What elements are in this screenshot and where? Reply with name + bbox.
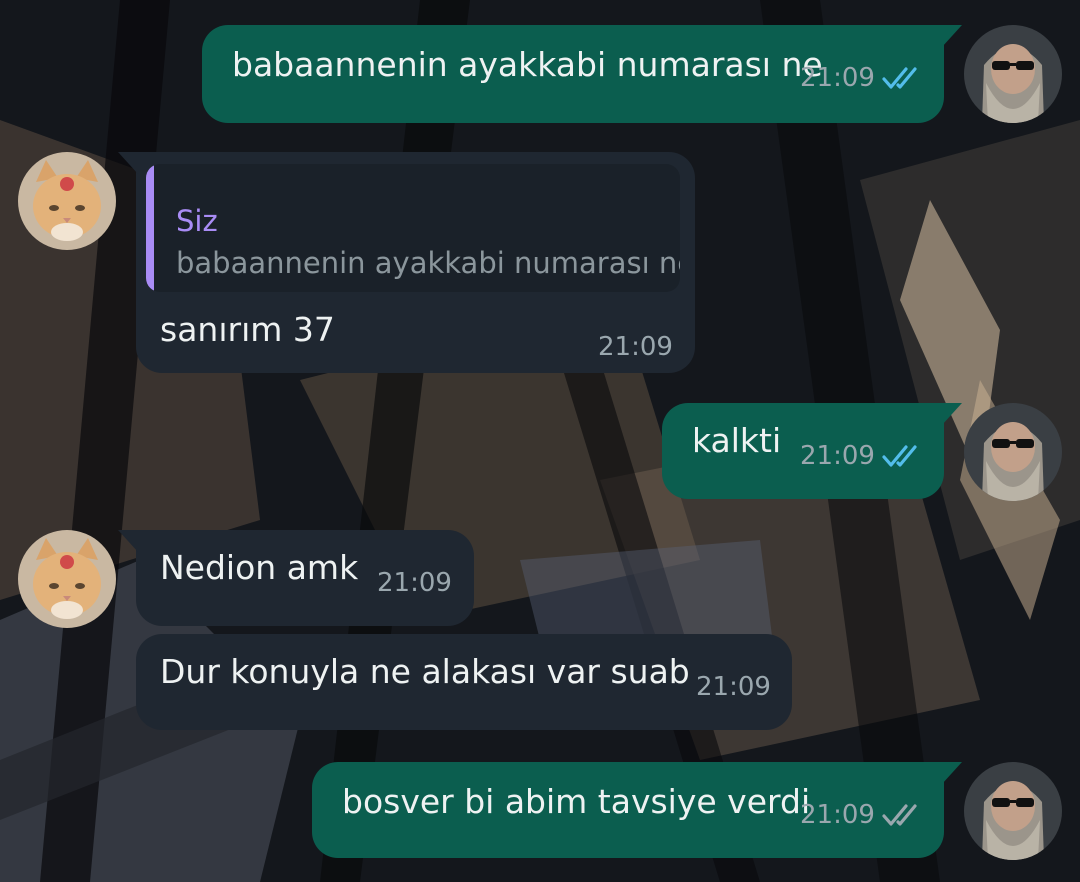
orange-cat-avatar[interactable] bbox=[18, 152, 116, 250]
incoming-message-bubble[interactable]: Siz babaannenin ayakkabi numarası ne san… bbox=[118, 152, 695, 373]
bubble-tail bbox=[118, 530, 138, 552]
bubble-tail bbox=[942, 762, 962, 784]
incoming-message-bubble[interactable]: Dur konuyla ne alakası var suab 21:09 bbox=[136, 634, 792, 730]
bubble-tail bbox=[942, 25, 962, 47]
read-double-check-icon bbox=[882, 67, 917, 89]
outgoing-message-bubble[interactable]: bosver bi abim tavsiye verdi 21:09 bbox=[312, 762, 962, 858]
incoming-message-bubble[interactable]: Nedion amk 21:09 bbox=[118, 530, 474, 626]
outgoing-message-bubble[interactable]: babaannenin ayakkabi numarası ne 21:09 bbox=[202, 25, 962, 123]
message-time: 21:09 bbox=[598, 332, 673, 362]
quote-text: babaannenin ayakkabi numarası ne bbox=[176, 246, 680, 280]
quoted-reply[interactable]: Siz babaannenin ayakkabi numarası ne bbox=[146, 164, 680, 292]
message-text: sanırım 37 bbox=[160, 310, 335, 349]
message-text: kalkti bbox=[692, 421, 782, 460]
message-time: 21:09 bbox=[377, 568, 452, 598]
quote-accent-bar bbox=[146, 164, 154, 292]
message-text: babaannenin ayakkabi numarası ne bbox=[232, 45, 823, 84]
chat-screen: babaannenin ayakkabi numarası ne 21:09 S… bbox=[0, 0, 1080, 882]
orange-cat-avatar[interactable] bbox=[18, 530, 116, 628]
message-time: 21:09 bbox=[696, 672, 771, 702]
outgoing-message-bubble[interactable]: kalkti 21:09 bbox=[662, 403, 962, 499]
message-time: 21:09 bbox=[800, 63, 875, 93]
bearded-man-sunglasses-avatar[interactable] bbox=[964, 762, 1062, 860]
message-text: Nedion amk bbox=[160, 548, 359, 587]
read-double-check-icon bbox=[882, 445, 917, 467]
message-text: bosver bi abim tavsiye verdi bbox=[342, 782, 811, 821]
message-time: 21:09 bbox=[800, 441, 875, 471]
bearded-man-sunglasses-avatar[interactable] bbox=[964, 25, 1062, 123]
delivered-double-check-icon bbox=[882, 804, 917, 826]
bubble-tail bbox=[118, 152, 138, 174]
message-text: Dur konuyla ne alakası var suab bbox=[160, 652, 690, 691]
bubble-tail bbox=[942, 403, 962, 425]
message-time: 21:09 bbox=[800, 800, 875, 830]
quote-sender: Siz bbox=[176, 204, 218, 238]
bearded-man-sunglasses-avatar[interactable] bbox=[964, 403, 1062, 501]
